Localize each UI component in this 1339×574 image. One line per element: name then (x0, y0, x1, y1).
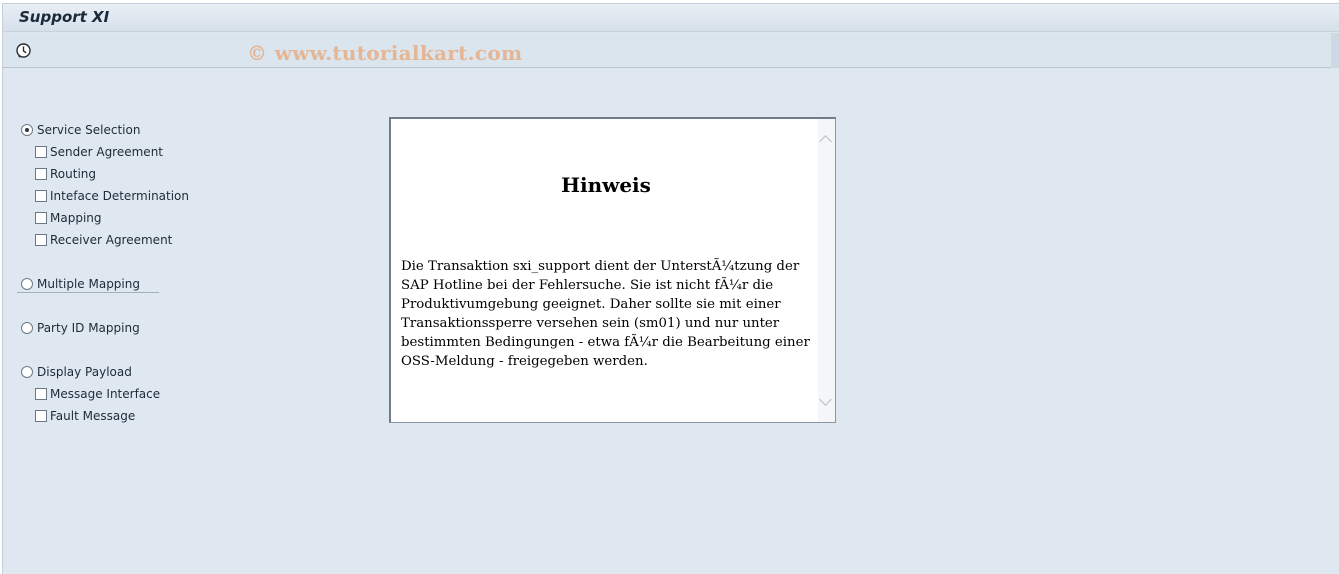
toolbar-edge (1331, 33, 1339, 68)
checkbox-interface-determination[interactable]: Inteface Determination (35, 187, 189, 205)
checkbox-icon[interactable] (35, 410, 47, 422)
checkbox-message-interface-label: Message Interface (50, 387, 161, 401)
radio-multiple-mapping-label: Multiple Mapping (37, 277, 140, 291)
radio-service-selection-label: Service Selection (37, 123, 141, 137)
notice-heading: Hinweis (561, 173, 651, 197)
checkbox-routing[interactable]: Routing (35, 165, 96, 183)
checkbox-mapping-label: Mapping (50, 211, 102, 225)
radio-display-payload[interactable]: Display Payload (21, 363, 132, 381)
title-bar: Support XI (3, 4, 1339, 32)
radio-multiple-mapping[interactable]: Multiple Mapping (21, 275, 140, 293)
radio-service-selection[interactable]: Service Selection (21, 121, 140, 139)
checkbox-sender-agreement-label: Sender Agreement (50, 145, 163, 159)
checkbox-mapping[interactable]: Mapping (35, 209, 102, 227)
checkbox-icon[interactable] (35, 212, 47, 224)
watermark: © www.tutorialkart.com (247, 41, 523, 65)
checkbox-message-interface[interactable]: Message Interface (35, 385, 160, 403)
checkbox-icon[interactable] (35, 168, 47, 180)
application-toolbar: © www.tutorialkart.com (3, 33, 1339, 68)
vertical-scrollbar[interactable] (818, 119, 835, 422)
notice-text: Die Transaktion sxi_support dient der Un… (401, 259, 810, 369)
checkbox-interface-determination-label: Inteface Determination (50, 189, 190, 203)
radio-party-id-mapping[interactable]: Party ID Mapping (21, 319, 140, 337)
window-title: Support XI (19, 8, 110, 26)
checkbox-fault-message[interactable]: Fault Message (35, 407, 135, 425)
separator-line (17, 292, 159, 293)
chevron-down-icon[interactable] (819, 393, 832, 406)
checkbox-icon[interactable] (35, 234, 47, 246)
checkbox-icon[interactable] (35, 190, 47, 202)
checkbox-receiver-agreement[interactable]: Receiver Agreement (35, 231, 172, 249)
chevron-up-icon[interactable] (819, 135, 832, 148)
checkbox-routing-label: Routing (50, 167, 97, 181)
checkbox-fault-message-label: Fault Message (50, 409, 136, 423)
checkbox-icon[interactable] (35, 146, 47, 158)
radio-icon[interactable] (21, 322, 33, 334)
notice-viewer[interactable]: Hinweis Die Transaktion sxi_support dien… (389, 117, 836, 423)
radio-party-id-mapping-label: Party ID Mapping (37, 321, 140, 335)
radio-display-payload-label: Display Payload (37, 365, 132, 379)
checkbox-icon[interactable] (35, 388, 47, 400)
radio-selected-icon[interactable] (21, 124, 33, 136)
radio-icon[interactable] (21, 366, 33, 378)
checkbox-sender-agreement[interactable]: Sender Agreement (35, 143, 163, 161)
checkbox-receiver-agreement-label: Receiver Agreement (50, 233, 173, 247)
execute-icon[interactable] (15, 42, 32, 59)
radio-icon[interactable] (21, 278, 33, 290)
